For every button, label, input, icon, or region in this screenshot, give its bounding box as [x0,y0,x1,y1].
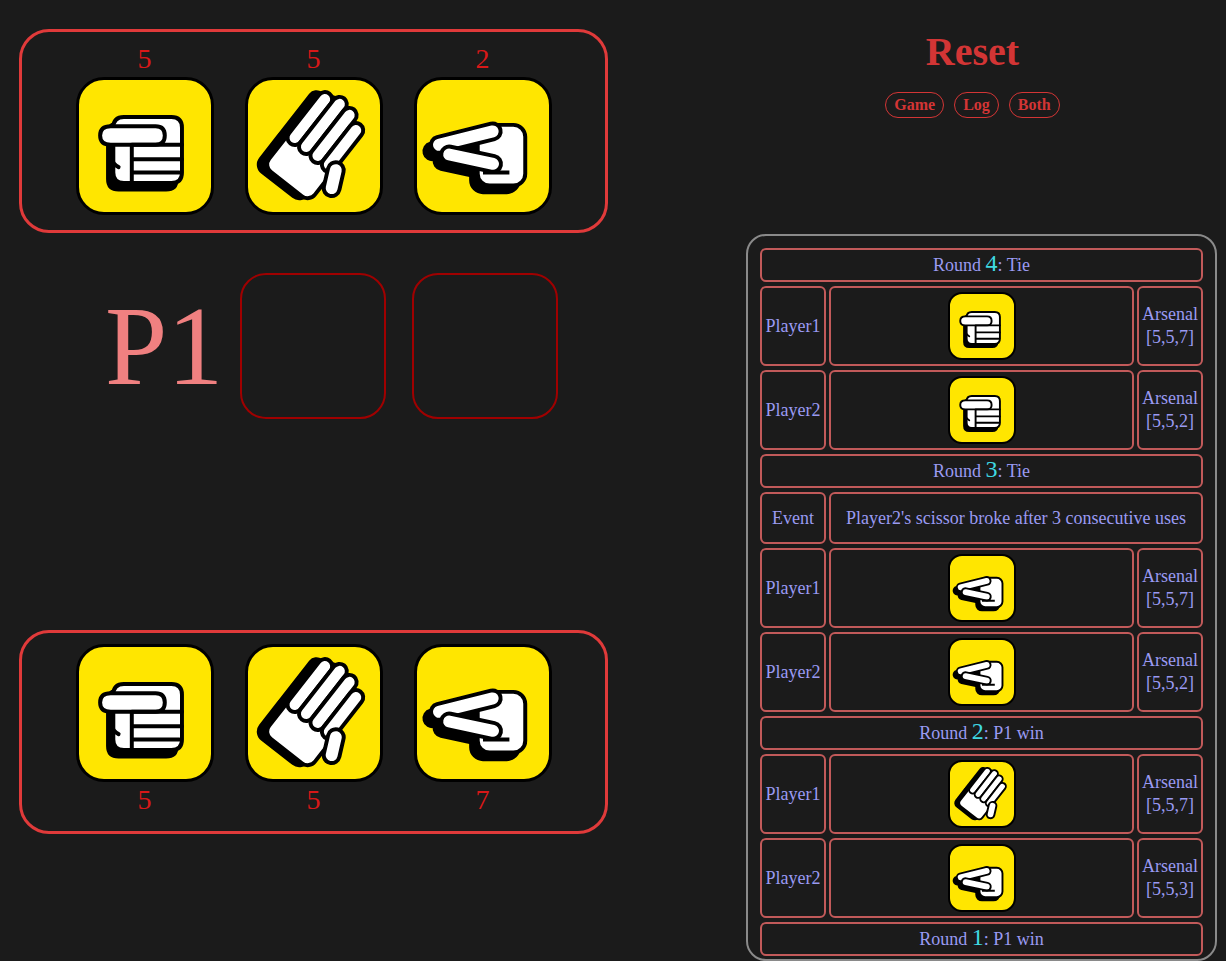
move-row: Player1 Arsenal[5,5,7] [760,286,1203,366]
move-cell [829,286,1134,366]
scissors-icon [948,844,1016,912]
player-label: Player2 [760,370,826,450]
move-cell [829,632,1134,712]
turn-label: P1 [105,290,223,402]
scissors-icon[interactable] [414,644,552,782]
view-buttons: Game Log Both [885,92,1059,118]
arsenal-value: [5,5,3] [1146,878,1194,901]
arsenal-label: Arsenal [1142,303,1198,326]
move-row: Player2 Arsenal[5,5,2] [760,370,1203,450]
rock-hand-icon [79,80,211,212]
event-label: Event [760,492,826,544]
reset-button[interactable]: Reset [926,30,1019,74]
event-row: EventPlayer2's scissor broke after 3 con… [760,492,1203,544]
game-log: Round 4: TiePlayer1Arsenal[5,5,7]Player2… [746,234,1217,961]
paper-icon[interactable] [245,644,383,782]
arsenal-cell: Arsenal[5,5,7] [1137,754,1203,834]
side-panel: Reset Game Log Both Round 4: Tie Player1 Arsen… [608,0,1226,961]
move-cell [829,370,1134,450]
player-label: Player2 [760,632,826,712]
board: 5 5 2 P1 5 5 7 [0,0,608,961]
arsenal-value: [5,5,7] [1146,588,1194,611]
paper-hand-icon [950,762,1014,826]
arsenal-label: Arsenal [1142,649,1198,672]
move-row: Player1 Arsenal[5,5,7] [760,754,1203,834]
arsenal-value: [5,5,7] [1146,326,1194,349]
arsenal-cell: Arsenal[5,5,2] [1137,370,1203,450]
arsenal-value: [5,5,7] [1146,794,1194,817]
scissors-hand-icon [950,846,1014,910]
controls: Reset Game Log Both [746,0,1217,118]
card-count: 5 [138,784,152,816]
scissors-icon [948,554,1016,622]
round-header: Round 1: P1 win [760,922,1203,956]
move-cell [829,548,1134,628]
round-number: 4 [985,250,997,277]
round-header: Round 2: P1 win [760,716,1203,750]
hand-card[interactable]: 5 [245,644,383,816]
play-slot[interactable] [240,273,386,419]
player-hand: 5 5 7 [19,630,608,834]
arsenal-label: Arsenal [1142,771,1198,794]
move-row: Player1 Arsenal[5,5,7] [760,548,1203,628]
paper-icon [948,760,1016,828]
arsenal-cell: Arsenal[5,5,7] [1137,286,1203,366]
arsenal-label: Arsenal [1142,855,1198,878]
rock-hand-icon [79,647,211,779]
round-number: 2 [972,718,984,745]
round-header: Round 4: Tie [760,248,1203,282]
rock-hand-icon [950,378,1014,442]
arsenal-value: [5,5,2] [1146,410,1194,433]
turn-row: P1 [19,273,608,419]
player-label: Player1 [760,286,826,366]
scissors-hand-icon [417,80,549,212]
scissors-hand-icon [417,647,549,779]
arsenal-label: Arsenal [1142,387,1198,410]
card-count: 5 [307,784,321,816]
card-count: 5 [138,43,152,75]
move-row: Player2 Arsenal[5,5,3] [760,838,1203,918]
paper-hand-icon [248,80,380,212]
scissors-icon [948,638,1016,706]
card-count: 5 [307,43,321,75]
hand-card: 5 [245,43,383,215]
view-button[interactable]: Both [1009,92,1060,118]
view-button[interactable]: Log [954,92,999,118]
scissors-icon [414,77,552,215]
view-button[interactable]: Game [885,92,944,118]
rock-icon [948,292,1016,360]
arsenal-cell: Arsenal[5,5,7] [1137,548,1203,628]
paper-hand-icon [248,647,380,779]
round-number: 3 [985,456,997,483]
paper-icon [245,77,383,215]
player-label: Player2 [760,838,826,918]
event-text: Player2's scissor broke after 3 consecut… [829,492,1203,544]
hand-card: 5 [76,43,214,215]
arsenal-cell: Arsenal[5,5,3] [1137,838,1203,918]
player-label: Player1 [760,548,826,628]
move-row: Player2 Arsenal[5,5,2] [760,632,1203,712]
player-label: Player1 [760,754,826,834]
arsenal-cell: Arsenal[5,5,2] [1137,632,1203,712]
rock-icon [76,77,214,215]
game-page: 5 5 2 P1 5 5 7 Reset Game Log Both Round 4: Tie Play… [0,0,1226,961]
round-header: Round 3: Tie [760,454,1203,488]
scissors-hand-icon [950,556,1014,620]
round-number: 1 [972,924,984,951]
move-cell [829,754,1134,834]
card-count: 7 [476,784,490,816]
arsenal-label: Arsenal [1142,565,1198,588]
hand-card: 2 [414,43,552,215]
scissors-hand-icon [950,640,1014,704]
play-slot[interactable] [412,273,558,419]
arsenal-value: [5,5,2] [1146,672,1194,695]
rock-icon [948,376,1016,444]
rock-icon[interactable] [76,644,214,782]
move-cell [829,838,1134,918]
hand-card[interactable]: 5 [76,644,214,816]
hand-card[interactable]: 7 [414,644,552,816]
card-count: 2 [476,43,490,75]
opponent-hand: 5 5 2 [19,29,608,233]
rock-hand-icon [950,294,1014,358]
